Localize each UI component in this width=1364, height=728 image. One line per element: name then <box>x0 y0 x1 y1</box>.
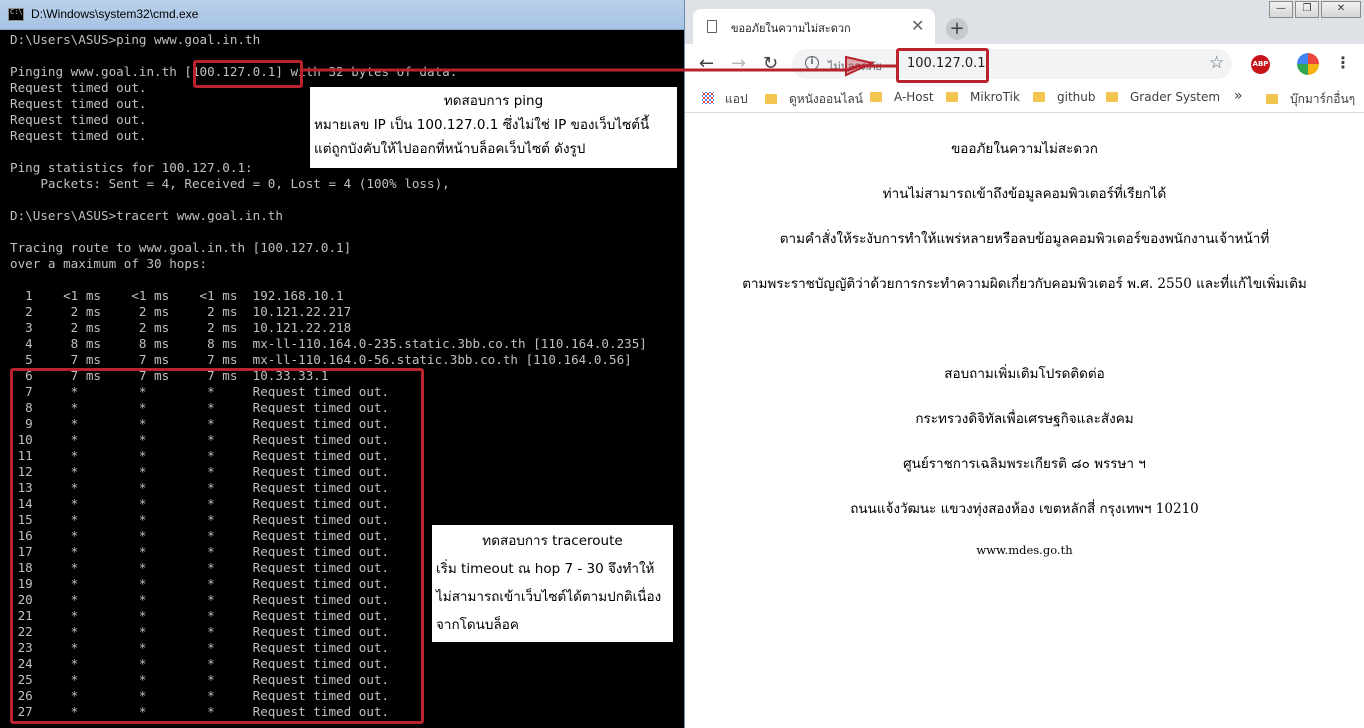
bookmark-item[interactable]: Grader System <box>1106 90 1220 104</box>
cmd-output-line <box>10 48 684 64</box>
address-bar[interactable]: i ไม่ปลอดภัย 100.127.0.1 ☆ <box>792 49 1232 79</box>
close-tab-icon[interactable]: ✕ <box>911 16 924 35</box>
cmd-output-line <box>10 272 684 288</box>
tab-title: ขออภัยในความไม่สะดวก <box>731 22 851 35</box>
ministry-website: www.mdes.go.th <box>976 543 1073 557</box>
cmd-titlebar[interactable]: D:\Windows\system32\cmd.exe <box>0 0 684 30</box>
security-label[interactable]: ไม่ปลอดภัย <box>828 57 882 75</box>
traceroute-annotation-line: จากโดนบล็อค <box>436 617 519 633</box>
traceroute-annotation: ทดสอบการ traceroute เริ่ม timeout ณ hop … <box>432 525 673 642</box>
info-icon[interactable]: i <box>805 56 819 70</box>
folder-icon <box>946 92 958 102</box>
folder-icon <box>870 92 882 102</box>
block-heading: ขออภัยในความไม่สะดวก <box>951 141 1098 157</box>
ping-annotation-line: แต่ถูกบังคับให้ไปออกที่หน้าบล็อคเว็บไซต์… <box>314 141 586 157</box>
tab-strip[interactable]: ขออภัยในความไม่สะดวก ✕ + — ❐ ✕ <box>685 0 1364 44</box>
folder-icon <box>1106 92 1118 102</box>
new-tab-button[interactable]: + <box>946 18 968 40</box>
cmd-output-line: Tracing route to www.goal.in.th [100.127… <box>10 240 352 255</box>
cmd-output-line: D:\Users\ASUS>tracert www.goal.in.th <box>10 208 283 223</box>
maximize-button[interactable]: ❐ <box>1295 1 1319 18</box>
adblock-icon[interactable]: ABP <box>1251 55 1270 74</box>
cmd-output-line: D:\Users\ASUS>ping www.goal.in.th <box>10 32 261 47</box>
cmd-output-line <box>10 192 684 208</box>
browser-toolbar: ← → ↻ i ไม่ปลอดภัย 100.127.0.1 ☆ ABP ⋮ <box>685 44 1364 84</box>
cmd-output-line: 5 7 ms 7 ms 7 ms mx-ll-110.164.0-56.stat… <box>10 352 632 367</box>
ip-highlight-box <box>193 60 303 88</box>
ministry-name: กระทรวงดิจิทัลเพื่อเศรษฐกิจและสังคม <box>915 411 1134 427</box>
cmd-output-line: 1 <1 ms <1 ms <1 ms 192.168.10.1 <box>10 288 344 303</box>
menu-icon[interactable]: ⋮ <box>1335 53 1351 72</box>
cmd-output-line <box>10 224 684 240</box>
cmd-output-line: Packets: Sent = 4, Received = 0, Lost = … <box>10 176 450 191</box>
browser-window[interactable]: ขออภัยในความไม่สะดวก ✕ + — ❐ ✕ ← → ↻ i ไ… <box>685 0 1364 728</box>
close-window-button[interactable]: ✕ <box>1321 1 1361 18</box>
folder-icon <box>1266 94 1278 104</box>
ping-annotation: ทดสอบการ ping หมายเลข IP เป็น 100.127.0.… <box>310 87 677 168</box>
cmd-output-line: Pinging www.goal.in.th [100.127.0.1] wit… <box>10 64 458 79</box>
bookmark-item[interactable]: github <box>1033 90 1095 104</box>
traceroute-annotation-line: ไม่สามารถเข้าเว็บไซต์ได้ตามปกติเนื่อง <box>436 589 662 605</box>
block-text-line: ตามคำสั่งให้ระงับการทำให้แพร่หลายหรือลบข… <box>779 231 1270 247</box>
cmd-output-line: 2 2 ms 2 ms 2 ms 10.121.22.217 <box>10 304 352 319</box>
bookmark-apps[interactable]: แอป <box>725 90 748 109</box>
block-text-line: ท่านไม่สามารถเข้าถึงข้อมูลคอมพิวเตอร์ที่… <box>882 186 1167 202</box>
bookmarks-overflow-icon[interactable]: » <box>1234 88 1243 104</box>
cmd-icon <box>8 8 24 21</box>
address-line: ศูนย์ราชการเฉลิมพระเกียรติ ๘๐ พรรษา ฯ <box>903 456 1146 472</box>
back-arrow-icon[interactable]: ← <box>699 53 714 74</box>
bookmark-item[interactable]: ดูหนังออนไลน์ <box>765 90 863 109</box>
traceroute-annotation-line: เริ่ม timeout ณ hop 7 - 30 จึงทำให้ <box>436 561 655 577</box>
url-highlight-box <box>896 48 989 83</box>
block-text-line: ตามพระราชบัญญัติว่าด้วยการกระทำความผิดเก… <box>742 276 1307 292</box>
bookmark-other[interactable]: บุ๊กมาร์กอื่นๆ <box>1266 90 1355 109</box>
apps-grid-icon[interactable] <box>702 92 714 104</box>
ping-annotation-line: หมายเลข IP เป็น 100.127.0.1 ซึ่งไม่ใช่ I… <box>314 117 650 133</box>
cmd-window-title: D:\Windows\system32\cmd.exe <box>31 7 199 21</box>
cmd-output-line: over a maximum of 30 hops: <box>10 256 208 271</box>
traceroute-annotation-title: ทดสอบการ traceroute <box>482 533 623 549</box>
minimize-button[interactable]: — <box>1269 1 1293 18</box>
bookmarks-bar: แอป ดูหนังออนไลน์ A-Host MikroTik github… <box>685 84 1364 113</box>
cmd-window[interactable]: D:\Windows\system32\cmd.exe D:\Users\ASU… <box>0 0 685 728</box>
extension-icon[interactable] <box>1297 53 1319 75</box>
contact-heading: สอบถามเพิ่มเติมโปรดติดต่อ <box>944 366 1105 382</box>
forward-arrow-icon[interactable]: → <box>731 53 746 74</box>
reload-icon[interactable]: ↻ <box>763 53 778 74</box>
ping-annotation-title: ทดสอบการ ping <box>443 93 544 109</box>
cmd-output-line: 3 2 ms 2 ms 2 ms 10.121.22.218 <box>10 320 352 335</box>
page-icon <box>707 20 717 33</box>
cmd-output-line: 4 8 ms 8 ms 8 ms mx-ll-110.164.0-235.sta… <box>10 336 647 351</box>
timeout-hops-highlight-box <box>10 368 424 724</box>
bookmark-item[interactable]: A-Host <box>870 90 934 104</box>
browser-tab[interactable]: ขออภัยในความไม่สะดวก ✕ <box>693 9 935 44</box>
address-line: ถนนแจ้งวัฒนะ แขวงทุ่งสองห้อง เขตหลักสี่ … <box>850 501 1199 517</box>
bookmark-star-icon[interactable]: ☆ <box>1209 53 1224 73</box>
blocked-page-content: ขออภัยในความไม่สะดวก ท่านไม่สามารถเข้าถึ… <box>685 113 1364 728</box>
folder-icon <box>765 94 777 104</box>
folder-icon <box>1033 92 1045 102</box>
bookmark-item[interactable]: MikroTik <box>946 90 1020 104</box>
